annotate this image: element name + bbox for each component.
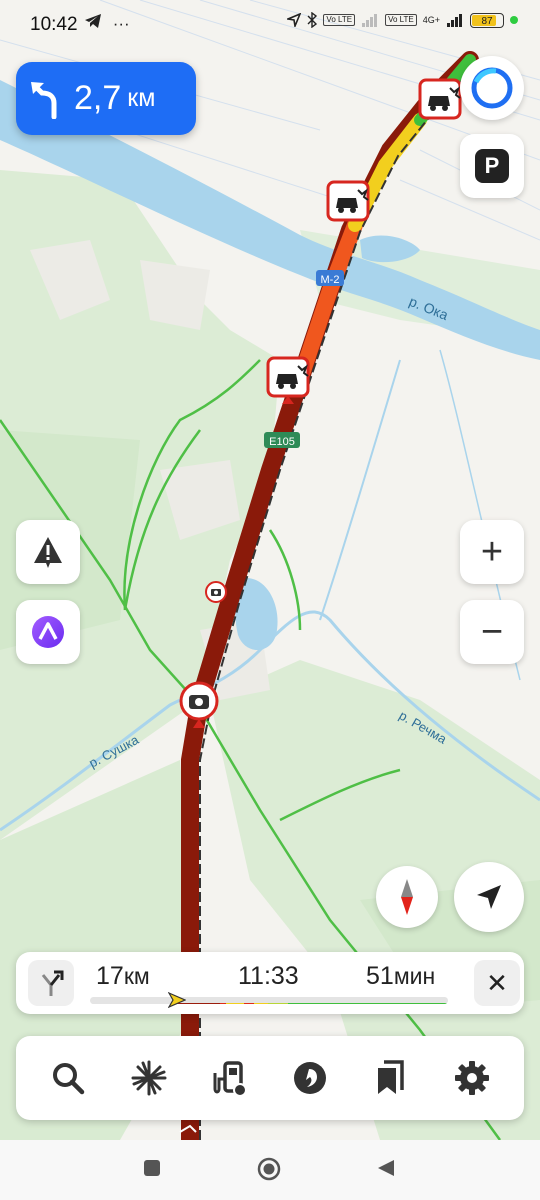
report-incident-button[interactable]: [16, 520, 80, 584]
bookmarks-button[interactable]: [363, 1050, 419, 1106]
route-arrival-time: 11:33: [238, 962, 299, 990]
road-label-m2: М-2: [321, 274, 340, 286]
route-distance: 17км: [96, 962, 150, 990]
status-left-icons: ···: [84, 13, 130, 34]
route-traffic-bar: [90, 997, 448, 1004]
discovery-icon: [131, 1060, 167, 1096]
speed-camera-icon[interactable]: [205, 581, 227, 603]
alice-icon: [471, 67, 513, 109]
back-button[interactable]: [376, 1158, 396, 1178]
voice-assistant-icon: [32, 616, 64, 648]
locate-arrow-icon: [477, 885, 501, 909]
route-alternatives-button[interactable]: [28, 960, 74, 1006]
bluetooth-icon: [307, 12, 318, 28]
warning-icon: [34, 537, 62, 568]
music-button[interactable]: [282, 1050, 338, 1106]
status-right-icons: Vo LTE Vo LTE 4G+ 87: [287, 12, 518, 28]
volte-icon: Vo LTE: [385, 14, 417, 26]
more-icon: ···: [112, 14, 130, 33]
zoom-in-button[interactable]: +: [460, 520, 524, 584]
gas-station-button[interactable]: [202, 1050, 258, 1106]
maneuver-card[interactable]: 2,7 км: [16, 62, 196, 135]
recents-button[interactable]: [142, 1158, 162, 1178]
locate-button[interactable]: [454, 862, 524, 932]
bottom-toolbar: [16, 1036, 524, 1120]
settings-icon: [454, 1061, 489, 1095]
home-button[interactable]: [256, 1156, 282, 1182]
signal-icon: [362, 14, 378, 27]
volte-icon: Vo LTE: [323, 14, 356, 26]
signal-icon: [447, 14, 462, 27]
recording-dot-icon: [510, 16, 518, 24]
4g-icon: 4G+: [422, 15, 440, 25]
fork-icon: [41, 970, 64, 996]
music-icon: [294, 1062, 327, 1094]
zoom-in-label: +: [480, 531, 504, 573]
gas-station-icon: [213, 1061, 247, 1097]
search-icon: [53, 1063, 85, 1095]
parking-icon: P: [475, 149, 509, 183]
zoom-out-button[interactable]: −: [460, 600, 524, 664]
close-route-button[interactable]: ✕: [474, 960, 520, 1006]
discovery-button[interactable]: [121, 1050, 177, 1106]
route-duration: 51мин: [366, 962, 436, 990]
status-bar: 10:42 ··· Vo LTE Vo LTE 4G+ 87: [0, 0, 540, 50]
road-shield-m2: М-2: [316, 270, 344, 286]
route-panel[interactable]: 17км 11:33 51мин ✕: [16, 952, 524, 1014]
turn-left-icon: [16, 70, 74, 128]
parking-button[interactable]: P: [460, 134, 524, 198]
alice-button[interactable]: [460, 56, 524, 120]
telegram-icon: [85, 14, 101, 28]
system-nav-bar: [0, 1140, 540, 1200]
accident-icon[interactable]: [418, 78, 462, 120]
maneuver-unit: км: [127, 84, 156, 112]
battery-icon: 87: [470, 12, 504, 28]
accident-icon[interactable]: [326, 180, 370, 222]
zoom-out-label: −: [480, 611, 504, 653]
compass-button[interactable]: [376, 866, 438, 928]
battery-percent: 87: [481, 15, 493, 27]
bookmarks-icon: [377, 1060, 404, 1094]
status-time: 10:42: [30, 14, 78, 35]
settings-button[interactable]: [444, 1050, 500, 1106]
search-button[interactable]: [40, 1050, 96, 1106]
compass-icon: [401, 879, 413, 915]
road-label-e105: E105: [269, 436, 295, 448]
road-shield-e105: E105: [264, 432, 300, 448]
location-icon: [287, 13, 302, 27]
accident-icon[interactable]: [266, 356, 310, 404]
maneuver-distance: 2,7: [74, 79, 122, 117]
position-marker-icon: [168, 992, 186, 1008]
voice-assistant-button[interactable]: [16, 600, 80, 664]
